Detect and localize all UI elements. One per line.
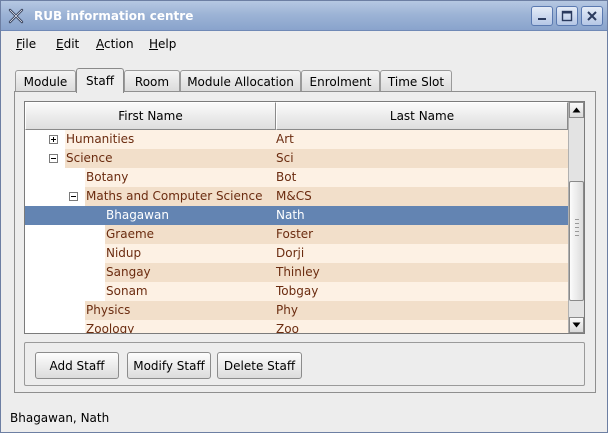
table-body: Humanities Art Science Sci Botany Bot Maths an…: [25, 130, 568, 334]
menu-edit-label: dit: [63, 37, 80, 51]
tab-enrolment[interactable]: Enrolment: [301, 70, 380, 92]
menu-help-label: elp: [158, 37, 177, 51]
cell-last-name: Bot: [276, 170, 297, 184]
staff-tab-panel: First Name Last Name Humanities Art Scienc…: [14, 91, 596, 393]
row-shading: [105, 225, 568, 244]
scroll-thumb[interactable]: [569, 181, 584, 301]
tab-time-slot[interactable]: Time Slot: [380, 70, 452, 92]
table-row[interactable]: Sonam Tobgay: [25, 282, 568, 301]
tab-module[interactable]: Module: [15, 70, 76, 92]
grip-line: [575, 235, 579, 236]
menu-help-mnemonic: H: [149, 37, 159, 51]
row-shading: [105, 282, 568, 301]
tab-module-allocation[interactable]: Module Allocation: [180, 70, 301, 92]
cell-first-name: Nidup: [106, 246, 142, 260]
vertical-scrollbar[interactable]: [568, 102, 584, 333]
grip-line: [575, 227, 579, 228]
table-row[interactable]: Bhagawan Nath: [25, 206, 568, 225]
window-title: RUB information centre: [34, 9, 194, 23]
cell-last-name: Zoo: [276, 322, 299, 334]
row-shading: [105, 263, 568, 282]
row-shading: [85, 168, 568, 187]
close-button[interactable]: [581, 6, 603, 26]
close-icon: [587, 11, 597, 21]
table-row[interactable]: Nidup Dorji: [25, 244, 568, 263]
column-header-last-name[interactable]: Last Name: [276, 102, 568, 130]
menu-action[interactable]: Action: [96, 37, 134, 51]
cell-first-name: Sonam: [106, 284, 148, 298]
row-shading: [85, 320, 568, 333]
expand-icon[interactable]: [49, 135, 58, 144]
menu-action-label: ction: [104, 37, 134, 51]
delete-staff-button[interactable]: Delete Staff: [217, 352, 302, 379]
table-row[interactable]: Botany Bot: [25, 168, 568, 187]
table-row[interactable]: Maths and Computer Science M&CS: [25, 187, 568, 206]
cell-last-name: Dorji: [276, 246, 305, 260]
cell-first-name: Humanities: [66, 132, 135, 146]
modify-staff-button[interactable]: Modify Staff: [127, 352, 211, 379]
cell-first-name: Science: [66, 151, 113, 165]
grip-line: [575, 231, 579, 232]
menu-file[interactable]: File: [16, 37, 36, 51]
scroll-up-button[interactable]: [569, 102, 584, 118]
cell-first-name: Sangay: [106, 265, 151, 279]
menu-bar: File Edit Action Help: [1, 31, 607, 56]
table-row[interactable]: Graeme Foster: [25, 225, 568, 244]
menu-action-mnemonic: A: [96, 37, 104, 51]
grip-line: [575, 223, 579, 224]
cell-first-name: Graeme: [106, 227, 155, 241]
cell-first-name: Maths and Computer Science: [86, 189, 263, 203]
cell-first-name: Physics: [86, 303, 131, 317]
arrow-up-icon: [572, 107, 581, 113]
cell-first-name: Bhagawan: [106, 208, 169, 222]
table-row[interactable]: Sangay Thinley: [25, 263, 568, 282]
cell-last-name: Foster: [276, 227, 314, 241]
title-bar[interactable]: RUB information centre: [1, 1, 607, 31]
maximize-button[interactable]: [556, 6, 578, 26]
cell-last-name: Art: [276, 132, 294, 146]
tab-staff[interactable]: Staff: [76, 68, 124, 93]
column-header-first-name[interactable]: First Name: [25, 102, 276, 130]
app-window: RUB information centre File Edit Action …: [0, 0, 608, 433]
row-shading: [65, 130, 568, 149]
cell-first-name: Zoology: [86, 322, 135, 334]
cell-last-name: M&CS: [276, 189, 312, 203]
table-row[interactable]: Zoology Zoo: [25, 320, 568, 334]
arrow-down-icon: [572, 322, 581, 328]
cell-first-name: Botany: [86, 170, 129, 184]
table-row[interactable]: Science Sci: [25, 149, 568, 168]
minimize-icon: [538, 18, 546, 20]
menu-help[interactable]: Help: [149, 37, 176, 51]
tab-room[interactable]: Room: [124, 70, 180, 92]
cell-last-name: Phy: [276, 303, 298, 317]
status-bar: Bhagawan, Nath: [10, 411, 110, 425]
staff-actions-group: Add Staff Modify Staff Delete Staff: [24, 342, 585, 386]
cell-last-name: Tobgay: [276, 284, 319, 298]
minimize-button[interactable]: [531, 6, 553, 26]
cell-last-name: Nath: [276, 208, 305, 222]
scroll-down-button[interactable]: [569, 317, 584, 333]
cell-last-name: Thinley: [276, 265, 320, 279]
table-row[interactable]: Humanities Art: [25, 130, 568, 149]
row-shading: [65, 149, 568, 168]
collapse-icon[interactable]: [69, 192, 78, 201]
staff-tree-table[interactable]: First Name Last Name Humanities Art Scienc…: [24, 101, 585, 334]
add-staff-button[interactable]: Add Staff: [35, 352, 119, 379]
row-shading: [105, 244, 568, 263]
menu-file-label: ile: [22, 37, 37, 51]
app-icon: [8, 8, 24, 24]
row-shading: [85, 301, 568, 320]
menu-edit-mnemonic: E: [56, 37, 64, 51]
menu-edit[interactable]: Edit: [56, 37, 79, 51]
grip-line: [575, 219, 579, 220]
collapse-icon[interactable]: [49, 154, 58, 163]
maximize-icon: [561, 10, 573, 22]
table-header: First Name Last Name: [25, 102, 568, 130]
cell-last-name: Sci: [276, 151, 294, 165]
table-row[interactable]: Physics Phy: [25, 301, 568, 320]
